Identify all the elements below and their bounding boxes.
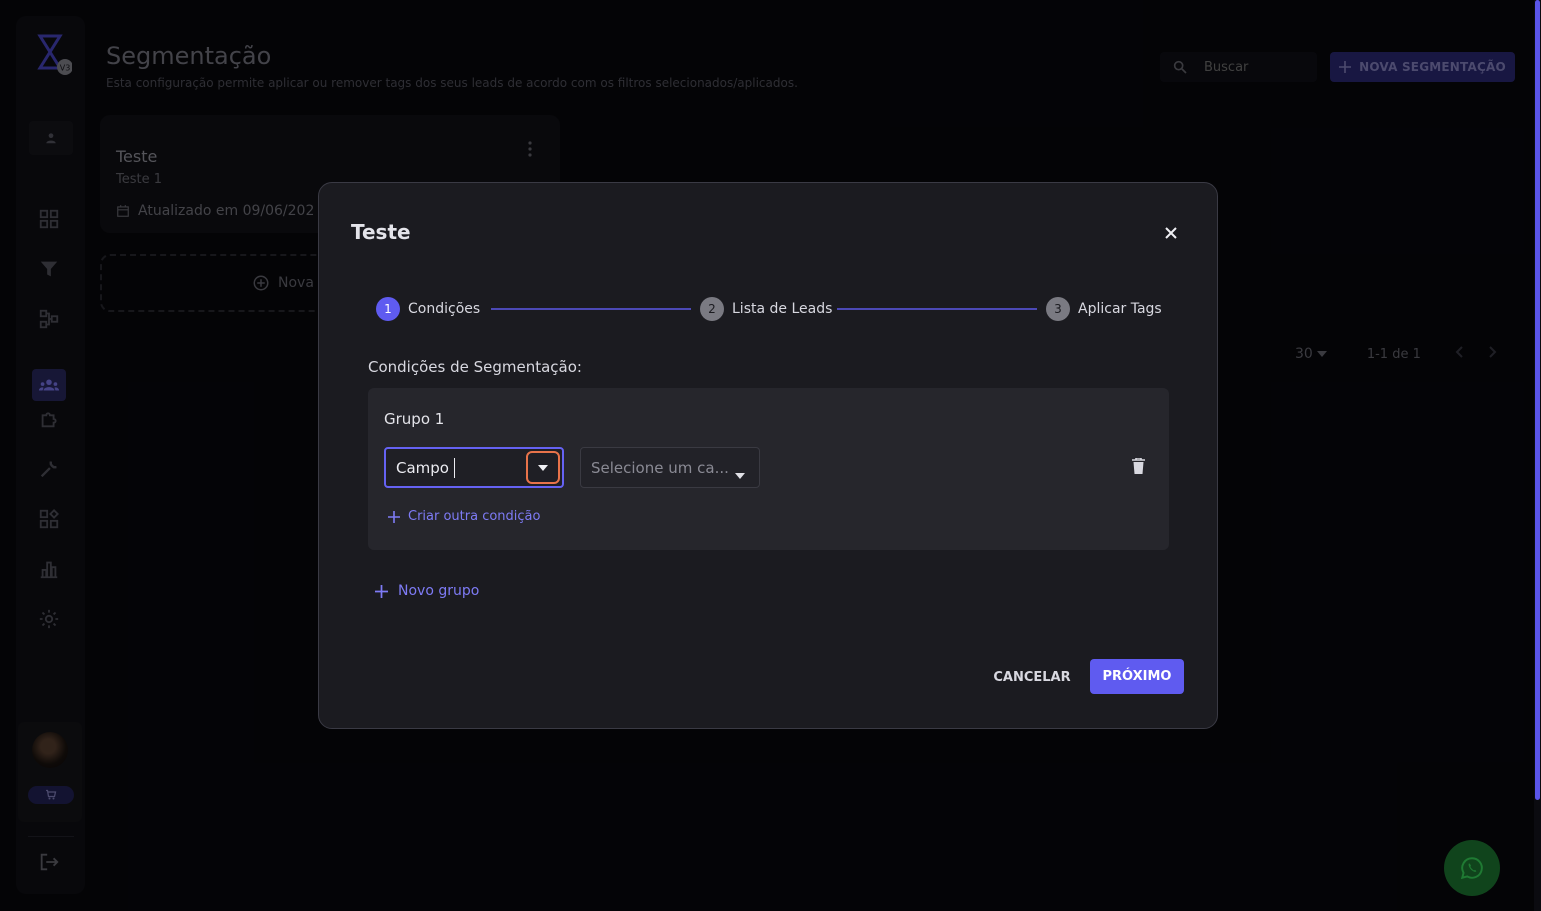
field-select-value: Campo bbox=[396, 459, 449, 477]
condition-select[interactable]: Selecione um ca... bbox=[580, 447, 760, 488]
trash-icon bbox=[1132, 457, 1145, 474]
step-number: 1 bbox=[376, 297, 400, 321]
text-cursor bbox=[454, 458, 455, 478]
step-label: Aplicar Tags bbox=[1078, 301, 1162, 317]
add-group-button[interactable]: Novo grupo bbox=[375, 583, 479, 599]
stepper: 1 Condições 2 Lista de Leads 3 Aplicar T… bbox=[376, 297, 1162, 321]
condition-select-placeholder: Selecione um ca... bbox=[591, 459, 729, 477]
step-connector bbox=[837, 308, 1037, 310]
close-button[interactable] bbox=[1161, 223, 1181, 243]
step-connector bbox=[491, 308, 691, 310]
plus-icon bbox=[375, 584, 388, 598]
step-label: Lista de Leads bbox=[732, 301, 833, 317]
step-label: Condições bbox=[408, 301, 481, 317]
add-condition-button[interactable]: Criar outra condição bbox=[388, 509, 540, 524]
step-leads[interactable]: 2 Lista de Leads bbox=[700, 297, 832, 321]
field-select[interactable]: Campo bbox=[384, 447, 564, 488]
dialog-title: Teste bbox=[351, 220, 411, 244]
add-condition-label: Criar outra condição bbox=[408, 509, 541, 524]
caret-down-icon bbox=[735, 473, 745, 479]
field-dropdown-button[interactable] bbox=[526, 451, 560, 484]
condition-caret bbox=[735, 464, 745, 483]
group-title: Grupo 1 bbox=[384, 410, 445, 428]
page-scrollbar-thumb[interactable] bbox=[1535, 0, 1540, 800]
step-conditions[interactable]: 1 Condições bbox=[376, 297, 480, 321]
step-tags[interactable]: 3 Aplicar Tags bbox=[1046, 297, 1162, 321]
plus-icon bbox=[388, 510, 400, 523]
close-icon bbox=[1165, 227, 1177, 239]
condition-group: Grupo 1 Campo Selecione um ca... Criar o… bbox=[368, 388, 1169, 550]
step-number: 2 bbox=[700, 297, 724, 321]
whatsapp-button[interactable] bbox=[1444, 840, 1500, 896]
caret-down-icon bbox=[538, 464, 548, 471]
add-group-label: Novo grupo bbox=[398, 583, 480, 599]
cancel-button[interactable]: CANCELAR bbox=[987, 660, 1077, 694]
step-number: 3 bbox=[1046, 297, 1070, 321]
segmentation-dialog: Teste 1 Condições 2 Lista de Leads 3 Apl… bbox=[318, 182, 1218, 729]
conditions-heading: Condições de Segmentação: bbox=[368, 358, 582, 376]
next-button[interactable]: PRÓXIMO bbox=[1090, 659, 1184, 694]
whatsapp-icon bbox=[1460, 857, 1483, 880]
delete-condition-button[interactable] bbox=[1132, 457, 1145, 478]
